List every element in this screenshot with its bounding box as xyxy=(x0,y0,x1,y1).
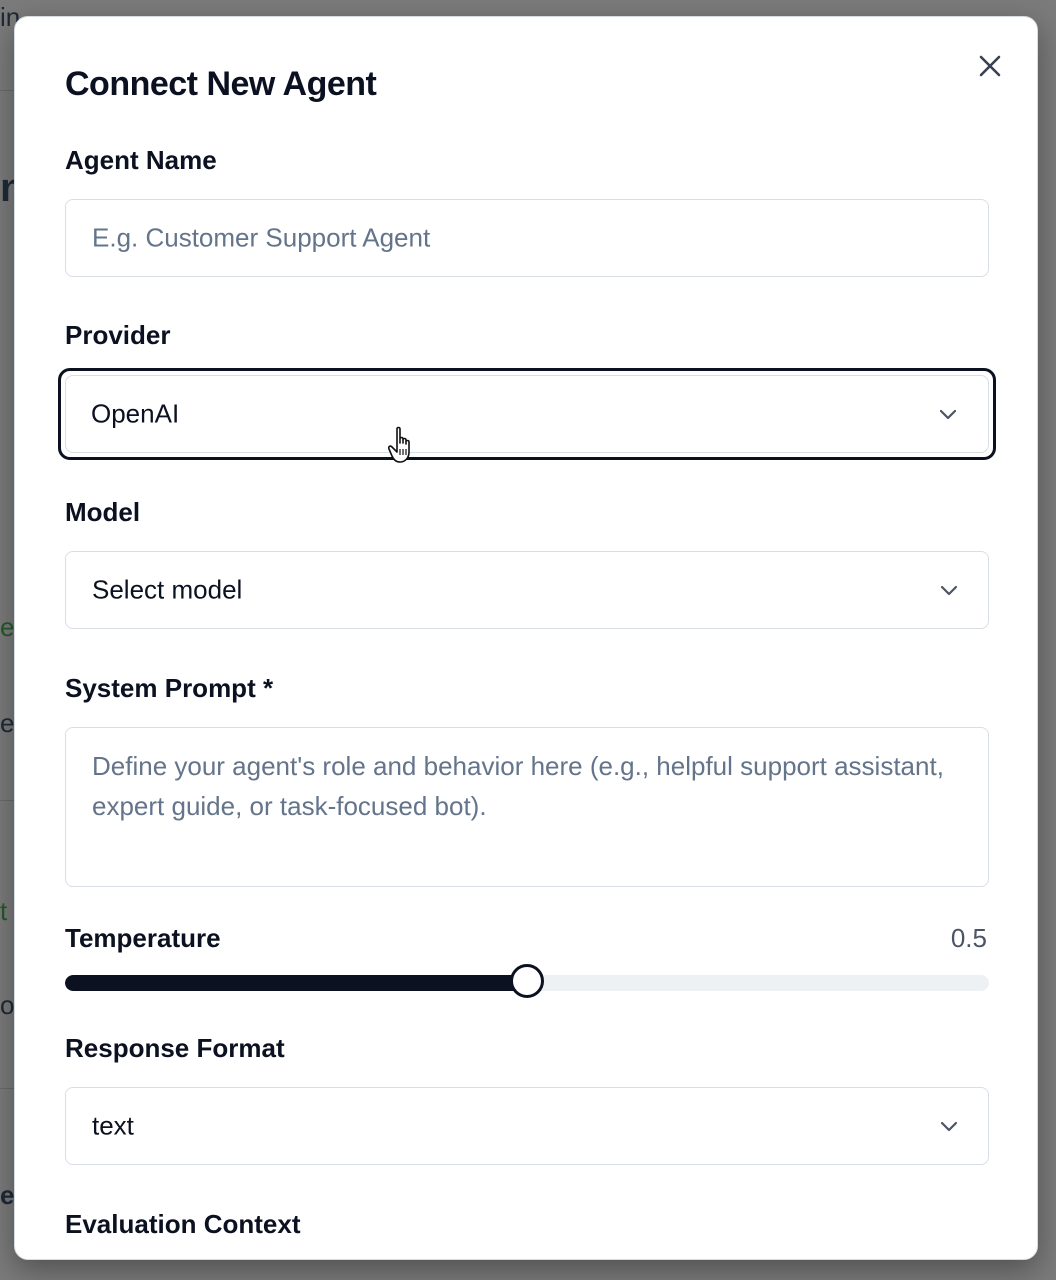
backdrop-text: t xyxy=(0,896,8,926)
backdrop-text: o xyxy=(0,990,15,1020)
close-icon xyxy=(979,55,1001,77)
response-format-label: Response Format xyxy=(65,1033,285,1063)
provider-select-inner xyxy=(65,375,989,453)
chevron-down-icon xyxy=(940,1121,958,1132)
temperature-slider-fill xyxy=(65,975,527,991)
model-select[interactable]: Select model xyxy=(65,551,989,629)
system-prompt-placeholder: Define your agent's role and behavior he… xyxy=(92,751,944,821)
backdrop-divider xyxy=(0,1088,14,1089)
chevron-down-icon xyxy=(939,409,957,420)
temperature-label: Temperature xyxy=(65,923,221,953)
dialog-title: Connect New Agent xyxy=(65,65,377,103)
temperature-value: 0.5 xyxy=(950,923,987,953)
agent-name-input[interactable]: E.g. Customer Support Agent xyxy=(65,199,989,277)
backdrop-text: e xyxy=(0,612,15,642)
response-format-selected-value: text xyxy=(92,1110,134,1141)
temperature-slider-thumb[interactable] xyxy=(510,964,544,998)
provider-selected-value: OpenAI xyxy=(91,398,180,429)
evaluation-context-label: Evaluation Context xyxy=(65,1209,301,1239)
backdrop-text: e xyxy=(0,1180,15,1210)
close-button[interactable] xyxy=(975,51,1005,81)
system-prompt-label: System Prompt * xyxy=(65,673,274,703)
agent-name-label: Agent Name xyxy=(65,145,217,175)
response-format-select[interactable]: text xyxy=(65,1087,989,1165)
backdrop-divider xyxy=(0,90,14,91)
provider-label: Provider xyxy=(65,320,171,350)
system-prompt-textarea[interactable]: Define your agent's role and behavior he… xyxy=(65,727,989,887)
model-label: Model xyxy=(65,497,141,527)
connect-agent-dialog: Connect New Agent Agent Name E.g. Custom… xyxy=(14,16,1038,1260)
backdrop-text: e xyxy=(0,708,15,738)
agent-name-placeholder: E.g. Customer Support Agent xyxy=(92,222,431,253)
chevron-down-icon xyxy=(940,585,958,596)
provider-select[interactable]: OpenAI xyxy=(58,368,996,460)
backdrop-divider xyxy=(0,800,14,801)
model-selected-value: Select model xyxy=(92,574,243,605)
